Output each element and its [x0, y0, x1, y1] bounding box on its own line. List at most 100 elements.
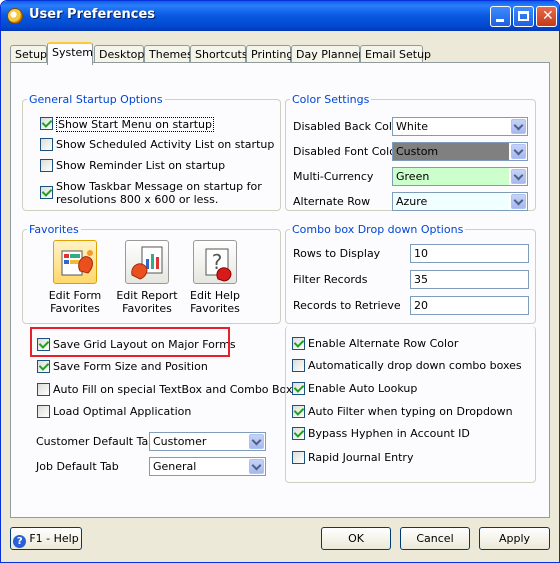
rapid-journal-entry-checkbox[interactable]: Rapid Journal Entry — [292, 451, 413, 464]
filter-records-input[interactable]: 35 — [410, 270, 529, 289]
window-title: User Preferences — [29, 7, 156, 22]
enable-alternate-row-color-checkbox[interactable]: Enable Alternate Row Color — [292, 337, 458, 350]
checkbox-label: Show Reminder List on startup — [56, 159, 226, 172]
chevron-down-icon[interactable] — [511, 169, 526, 184]
save-form-size-checkbox[interactable]: Save Form Size and Position — [37, 360, 208, 373]
records-to-retrieve-label: Records to Retrieve — [293, 299, 401, 312]
checkbox-label: Enable Auto Lookup — [308, 382, 418, 395]
checkbox-box[interactable] — [292, 382, 305, 395]
show-start-menu-checkbox[interactable]: Show Start Menu on startup — [40, 117, 215, 132]
maximize-button[interactable] — [513, 6, 534, 27]
select-value: White — [396, 120, 428, 133]
help-button[interactable]: ? F1 - Help — [10, 527, 82, 550]
customer-default-tab-select[interactable]: Customer — [149, 432, 266, 451]
edit-help-favorites-button[interactable]: ? Edit Help Favorites — [184, 240, 246, 315]
disabled-font-color-select[interactable]: Custom — [392, 142, 528, 161]
job-default-tab-select[interactable]: General — [149, 457, 266, 476]
edit-report-favorites-icon[interactable] — [125, 240, 169, 284]
edit-form-favorites-button[interactable]: Edit Form Favorites — [44, 240, 106, 315]
checkbox-box[interactable] — [40, 117, 53, 130]
customer-default-tab-label: Customer Default Tab — [36, 435, 156, 448]
chevron-down-icon[interactable] — [511, 144, 526, 159]
input-value: 10 — [414, 247, 428, 260]
title-bar[interactable]: User Preferences ✕ — [1, 1, 559, 31]
checkbox-box[interactable] — [292, 427, 305, 440]
auto-fill-checkbox[interactable]: Auto Fill on special TextBox and Combo B… — [37, 383, 292, 396]
right-options-group: Enable Alternate Row Color Automatically… — [285, 326, 536, 483]
maximize-icon — [518, 11, 529, 21]
show-taskbar-message-checkbox[interactable]: Show Taskbar Message on startup for reso… — [40, 180, 262, 206]
checkbox-label: Save Form Size and Position — [53, 360, 208, 373]
close-button[interactable]: ✕ — [536, 6, 557, 27]
checkbox-box[interactable] — [37, 383, 50, 396]
favorite-caption-line1: Edit Report — [116, 289, 178, 302]
cancel-button[interactable]: Cancel — [400, 527, 470, 550]
checkbox-box[interactable] — [40, 159, 53, 172]
favorites-group: Favorites Edit Form Favorites Edit Repor… — [22, 223, 281, 324]
edit-report-favorites-button[interactable]: Edit Report Favorites — [116, 240, 178, 315]
alternate-row-label: Alternate Row — [293, 195, 371, 208]
apply-button[interactable]: Apply — [479, 527, 550, 550]
checkbox-label-line1: Show Taskbar Message on startup for — [56, 180, 262, 193]
user-preferences-window: User Preferences ✕ Setup System Desktop … — [0, 0, 560, 563]
minimize-button[interactable] — [490, 6, 511, 27]
ok-button[interactable]: OK — [321, 527, 391, 550]
load-optimal-application-checkbox[interactable]: Load Optimal Application — [37, 405, 191, 418]
show-scheduled-activity-checkbox[interactable]: Show Scheduled Activity List on startup — [40, 138, 274, 151]
show-reminder-list-checkbox[interactable]: Show Reminder List on startup — [40, 159, 225, 172]
tab-system[interactable]: System — [47, 42, 93, 65]
multi-currency-label: Multi-Currency — [293, 170, 374, 183]
edit-form-favorites-icon[interactable] — [53, 240, 97, 284]
multi-currency-color-select[interactable]: Green — [392, 167, 528, 186]
checkbox-label: Enable Alternate Row Color — [308, 337, 459, 350]
checkbox-label: Rapid Journal Entry — [308, 451, 414, 464]
alternate-row-color-select[interactable]: Azure — [392, 192, 528, 211]
checkbox-label: Load Optimal Application — [53, 405, 192, 418]
edit-help-favorites-icon[interactable]: ? — [193, 240, 237, 284]
checkbox-label: Auto Fill on special TextBox and Combo B… — [53, 383, 293, 396]
checkbox-box[interactable] — [292, 337, 305, 350]
checkbox-label: Show Start Menu on startup — [56, 117, 215, 132]
checkbox-box[interactable] — [37, 360, 50, 373]
group-legend: Combo box Drop down Options — [292, 223, 464, 236]
app-icon — [7, 8, 23, 24]
help-label: F1 - Help — [29, 532, 79, 545]
bypass-hyphen-checkbox[interactable]: Bypass Hyphen in Account ID — [292, 427, 470, 440]
select-value: Customer — [153, 435, 207, 448]
disabled-back-color-select[interactable]: White — [392, 117, 528, 136]
rows-to-display-input[interactable]: 10 — [410, 244, 529, 263]
highlight-box — [30, 327, 230, 357]
chevron-down-icon[interactable] — [249, 459, 264, 474]
records-to-retrieve-input[interactable]: 20 — [410, 296, 529, 315]
enable-auto-lookup-checkbox[interactable]: Enable Auto Lookup — [292, 382, 417, 395]
checkbox-box[interactable] — [292, 405, 305, 418]
checkbox-label: Bypass Hyphen in Account ID — [308, 427, 470, 440]
checkbox-box[interactable] — [37, 405, 50, 418]
close-icon: ✕ — [542, 8, 554, 24]
group-legend: Color Settings — [292, 93, 370, 106]
group-legend: Favorites — [29, 223, 79, 236]
disabled-back-color-label: Disabled Back Color — [293, 120, 404, 133]
input-value: 35 — [414, 273, 428, 286]
chevron-down-icon[interactable] — [511, 119, 526, 134]
auto-drop-down-combo-checkbox[interactable]: Automatically drop down combo boxes — [292, 359, 522, 372]
select-value: General — [153, 460, 197, 473]
favorite-caption-line2: Favorites — [122, 302, 172, 315]
checkbox-box[interactable] — [40, 186, 53, 199]
auto-filter-checkbox[interactable]: Auto Filter when typing on Dropdown — [292, 405, 513, 418]
checkbox-box[interactable] — [40, 138, 53, 151]
color-settings-group: Color Settings Disabled Back Color White… — [285, 93, 536, 211]
job-default-tab-label: Job Default Tab — [36, 460, 119, 473]
checkbox-label: Show Taskbar Message on startup for reso… — [56, 180, 262, 206]
help-icon: ? — [13, 535, 27, 548]
minimize-icon — [496, 19, 504, 22]
chevron-down-icon[interactable] — [511, 194, 526, 209]
select-value: Green — [393, 168, 509, 185]
favorite-caption-line2: Favorites — [190, 302, 240, 315]
select-value: Azure — [393, 193, 509, 210]
chevron-down-icon[interactable] — [249, 434, 264, 449]
checkbox-box[interactable] — [292, 359, 305, 372]
filter-records-label: Filter Records — [293, 273, 368, 286]
checkbox-box[interactable] — [292, 451, 305, 464]
system-tab-panel: General Startup Options Show Start Menu … — [10, 62, 550, 518]
